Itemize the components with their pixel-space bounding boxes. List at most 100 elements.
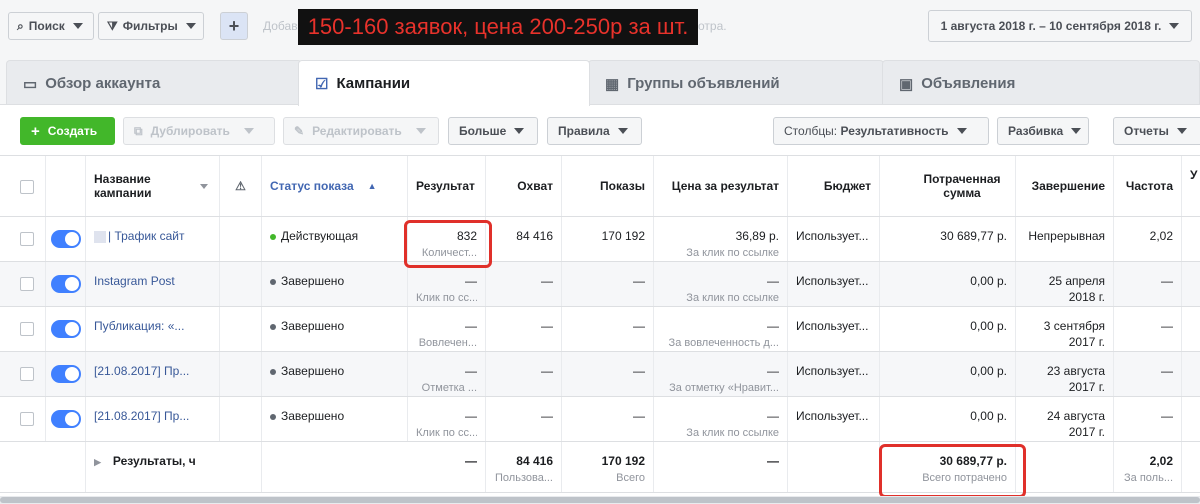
status-wrap: Действующая (270, 217, 399, 243)
frequency-value: 2,02 (1149, 229, 1173, 243)
filters-button[interactable]: ⧩ Фильтры (98, 12, 204, 40)
rules-label: Правила (558, 124, 610, 138)
campaign-name-link[interactable]: Instagram Post (94, 262, 211, 288)
row-checkbox[interactable] (20, 232, 34, 246)
reach-cell: — (486, 352, 562, 396)
more-button[interactable]: Больше (448, 117, 538, 145)
tab-campaigns[interactable]: ☑ Кампании (298, 60, 590, 106)
status-dot-icon (270, 413, 276, 420)
reach-cell: — (486, 307, 562, 351)
impressions-cell: — (562, 307, 654, 351)
duplicate-button[interactable]: ⧉ Дублировать (123, 117, 275, 145)
cpr-sub: За отметку «Нравит... (669, 382, 779, 394)
breakdown-button[interactable]: Разбивка (997, 117, 1089, 145)
campaign-name-link[interactable]: [21.08.2017] Пр... (94, 397, 211, 423)
table-row[interactable]: Публикация: «... Завершено — Вовлечен... — — —… (0, 307, 1200, 352)
end-value: Непрерывная (1028, 229, 1105, 243)
columns-button[interactable]: Столбцы: Результативность (773, 117, 989, 145)
tab-account-overview[interactable]: ▭ Обзор аккаунта (6, 60, 302, 106)
select-cell (0, 352, 46, 396)
totals-impressions: 170 192 Всего (562, 442, 654, 492)
date-range-label: 1 августа 2018 г. – 10 сентября 2018 г. (940, 19, 1162, 33)
scrollbar-thumb[interactable] (0, 497, 1200, 503)
toggle-cell (46, 262, 86, 306)
reports-button[interactable]: Отчеты (1113, 117, 1200, 145)
result-value: 832 (456, 229, 477, 243)
totals-spacer (0, 442, 86, 492)
header-spent[interactable]: Потраченная сумма (880, 156, 1016, 216)
header-status[interactable]: Статус показа ▲ (262, 156, 408, 216)
status-wrap: Завершено (270, 262, 399, 288)
search-button[interactable]: ⌕ Поиск (8, 12, 94, 40)
tab-ads[interactable]: ▣ Объявления (882, 60, 1200, 106)
status-text: Завершено (281, 319, 345, 333)
status-cell: Завершено (262, 397, 408, 441)
totals-spent: 30 689,77 р. Всего потрачено (880, 442, 1016, 492)
status-text: Завершено (281, 274, 345, 288)
cpr-sub: За вовлеченность д... (668, 337, 779, 349)
spent-cell: 0,00 р. (880, 397, 1016, 441)
cpr-cell: — За клик по ссылке (654, 397, 788, 441)
status-cell: Завершено (262, 262, 408, 306)
header-reach[interactable]: Охват (486, 156, 562, 216)
row-checkbox[interactable] (20, 277, 34, 291)
campaign-name-link[interactable]: [21.08.2017] Пр... (94, 352, 211, 378)
frequency-cell: 2,02 (1114, 217, 1182, 261)
totals-impressions-sub: Всего (616, 472, 645, 484)
row-checkbox[interactable] (20, 367, 34, 381)
header-end[interactable]: Завершение (1016, 156, 1114, 216)
end-sub: 2017 г. (1068, 425, 1105, 439)
header-budget[interactable]: Бюджет (788, 156, 880, 216)
table-row[interactable]: Instagram Post Завершено — Клик по сс... — — —… (0, 262, 1200, 307)
chevron-down-icon (956, 128, 967, 134)
totals-spent-sub: Всего потрачено (922, 472, 1007, 484)
header-cost-per-result[interactable]: Цена за результат (654, 156, 788, 216)
tab-ad-sets[interactable]: ▦ Группы объявлений (588, 60, 884, 106)
impressions-value: — (633, 319, 645, 333)
select-cell (0, 262, 46, 306)
date-range-picker[interactable]: 1 августа 2018 г. – 10 сентября 2018 г. (928, 10, 1192, 42)
table-row[interactable]: [21.08.2017] Пр... Завершено — Отметка ... —… (0, 352, 1200, 397)
horizontal-scrollbar[interactable] (0, 496, 1200, 504)
header-reach-label: Охват (517, 179, 553, 193)
cpr-value: — (767, 409, 779, 423)
budget-value: Использует... (796, 364, 869, 378)
campaign-name-link[interactable]: Публикация: «... (94, 307, 211, 333)
header-name[interactable]: Название кампании (86, 156, 220, 216)
ad-sets-icon: ▦ (605, 75, 620, 93)
warning-cell (220, 352, 262, 396)
campaign-name-link[interactable]: | Трафик сайт (108, 217, 185, 243)
budget-value: Использует... (796, 409, 869, 423)
spent-value: 30 689,77 р. (940, 229, 1007, 243)
header-frequency[interactable]: Частота (1114, 156, 1182, 216)
campaign-toggle[interactable] (51, 275, 81, 293)
header-result[interactable]: Результат (408, 156, 486, 216)
end-value: 23 августа (1046, 364, 1105, 378)
table-row[interactable]: [21.08.2017] Пр... Завершено — Клик по сс..… (0, 397, 1200, 442)
chevron-down-icon (1169, 23, 1180, 29)
reach-value: — (541, 319, 553, 333)
table-row[interactable]: | Трафик сайт Действующая 832 Количест... 84… (0, 217, 1200, 262)
campaign-toggle[interactable] (51, 410, 81, 428)
totals-cpr: — (654, 442, 788, 492)
edit-button[interactable]: ✎ Редактировать (283, 117, 439, 145)
add-filter-button[interactable]: + (220, 12, 248, 40)
campaign-toggle[interactable] (51, 365, 81, 383)
expand-icon: ▶ (94, 457, 101, 467)
campaign-toggle[interactable] (51, 320, 81, 338)
select-all-checkbox[interactable] (20, 180, 34, 194)
campaign-toggle[interactable] (51, 230, 81, 248)
header-impressions[interactable]: Показы (562, 156, 654, 216)
result-value: — (465, 409, 477, 423)
frequency-value: — (1161, 364, 1173, 378)
chevron-down-icon (200, 183, 208, 189)
header-extra[interactable]: У (1182, 156, 1200, 216)
totals-label-cell[interactable]: ▶ Результаты, ч (86, 442, 262, 492)
create-button[interactable]: + Создать (20, 117, 115, 145)
row-checkbox[interactable] (20, 412, 34, 426)
reach-value: — (541, 409, 553, 423)
rules-button[interactable]: Правила (547, 117, 642, 145)
row-checkbox[interactable] (20, 322, 34, 336)
cpr-sub: За клик по ссылке (686, 427, 779, 439)
result-value: — (465, 364, 477, 378)
